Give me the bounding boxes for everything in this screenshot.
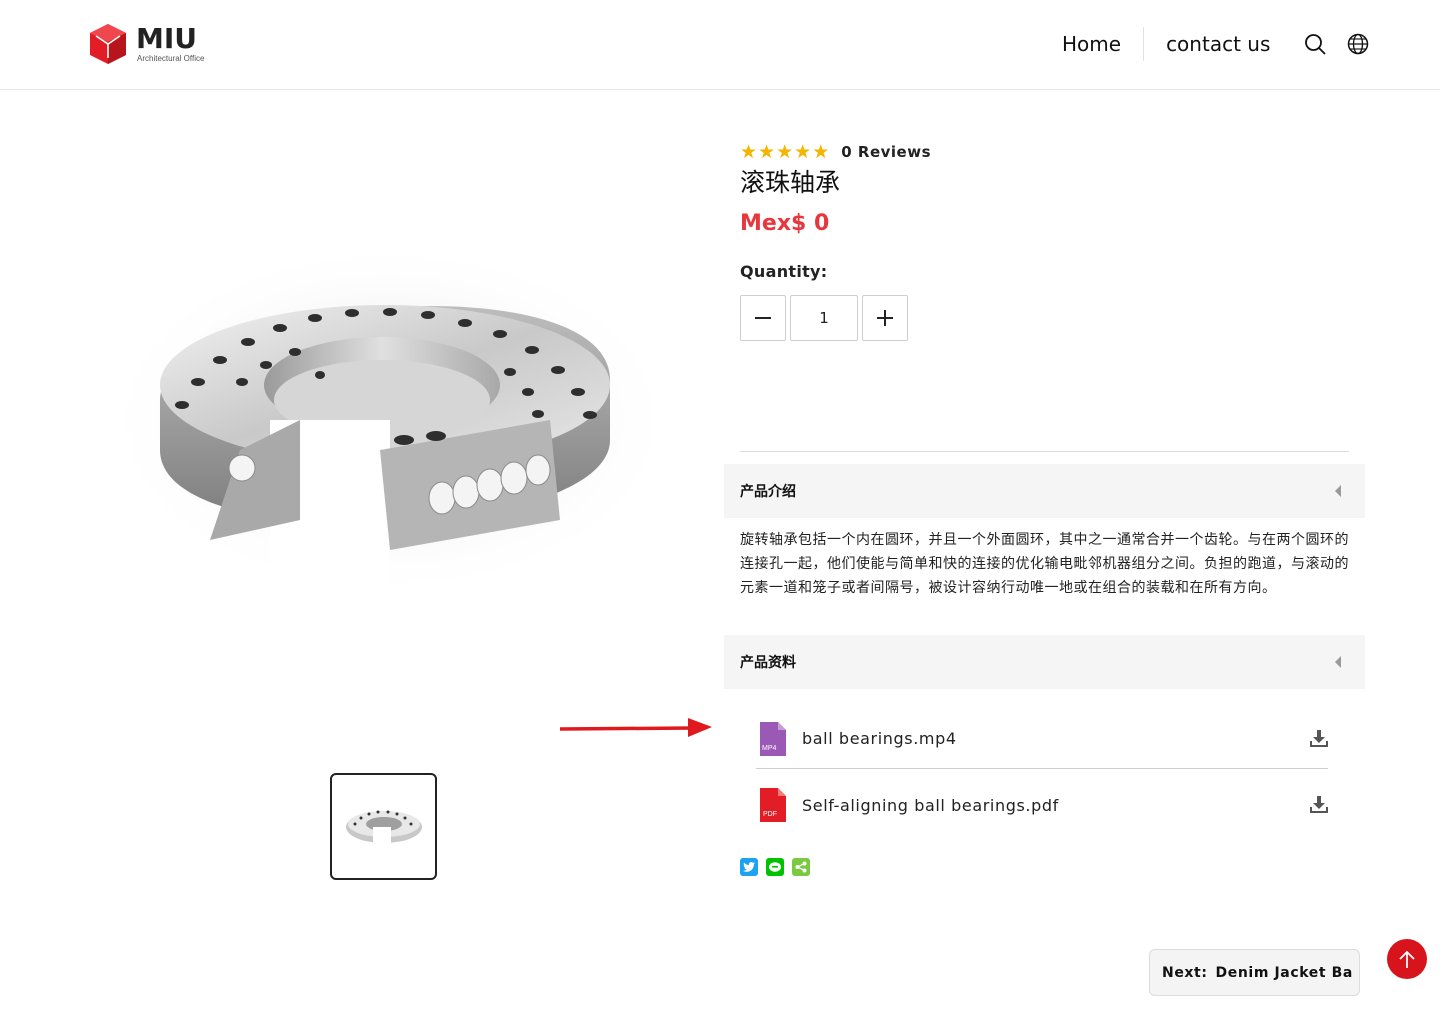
next-product-button[interactable]: Next: Denim Jacket Ba <box>1149 949 1360 996</box>
logo[interactable]: MIU Architectural Office <box>88 22 208 68</box>
download-icon[interactable] <box>1310 795 1328 813</box>
search-icon[interactable] <box>1303 32 1327 56</box>
next-label: Next: <box>1162 964 1208 981</box>
caret-left-icon <box>1335 656 1341 668</box>
star-icon: ★ <box>794 141 812 163</box>
quantity-input[interactable] <box>790 295 858 341</box>
mp4-file-icon: MP4 <box>760 721 786 756</box>
star-icon: ★ <box>740 141 758 163</box>
nav-home[interactable]: Home <box>1040 26 1143 62</box>
minus-icon <box>755 317 771 319</box>
accordion-product-intro[interactable]: 产品介绍 <box>724 464 1365 518</box>
product-description: 旋转轴承包括一个内在圆环，并且一个外面圆环，其中之一通常合并一个齿轮。与在两个圆… <box>740 532 1349 596</box>
accordion-title: 产品资料 <box>740 655 796 671</box>
increase-quantity-button[interactable] <box>862 295 908 341</box>
file-row[interactable]: PDF Self-aligning ball bearings.pdf <box>756 775 1328 835</box>
main-nav: Home contact us <box>1040 26 1292 62</box>
nav-contact-us[interactable]: contact us <box>1144 26 1292 62</box>
line-icon[interactable] <box>766 858 784 876</box>
site-header: MIU Architectural Office Home contact us <box>0 0 1440 90</box>
twitter-icon[interactable] <box>740 858 758 876</box>
brand-tagline: Architectural Office <box>137 54 205 63</box>
download-icon[interactable] <box>1310 729 1328 747</box>
decrease-quantity-button[interactable] <box>740 295 786 341</box>
red-arrow-annotation <box>559 718 712 737</box>
file-name[interactable]: ball bearings.mp4 <box>802 729 957 748</box>
file-row[interactable]: MP4 ball bearings.mp4 <box>756 709 1328 769</box>
product-main-image[interactable] <box>90 120 690 680</box>
pdf-file-icon: PDF <box>760 788 786 822</box>
star-icon: ★ <box>776 141 794 163</box>
reviews-count[interactable]: 0 Reviews <box>841 143 931 161</box>
back-to-top-button[interactable] <box>1387 939 1427 979</box>
next-product-title: Denim Jacket Ba <box>1215 964 1353 981</box>
product-title: 滚珠轴承 <box>740 168 841 197</box>
product-thumbnail[interactable] <box>330 773 437 880</box>
file-name[interactable]: Self-aligning ball bearings.pdf <box>802 796 1059 815</box>
caret-left-icon <box>1335 485 1341 497</box>
globe-icon[interactable] <box>1346 32 1370 56</box>
star-icon: ★ <box>812 141 830 163</box>
rating-stars: ★ ★ ★ ★ ★ <box>740 142 829 162</box>
star-icon: ★ <box>758 141 776 163</box>
logo-cube-icon <box>90 24 126 64</box>
thumbnail-bearing-image <box>345 810 422 843</box>
share-icon[interactable] <box>792 858 810 876</box>
svg-text:MP4: MP4 <box>762 745 777 752</box>
divider <box>740 451 1349 452</box>
accordion-product-resources[interactable]: 产品资料 <box>724 635 1365 689</box>
product-price: Mex$ 0 <box>740 211 830 236</box>
quantity-stepper <box>740 295 908 341</box>
rating: ★ ★ ★ ★ ★ 0 Reviews <box>740 142 931 162</box>
plus-icon <box>877 310 893 326</box>
share-buttons <box>740 858 810 876</box>
brand-name: MIU <box>136 22 198 55</box>
accordion-title: 产品介绍 <box>740 484 796 500</box>
quantity-label: Quantity: <box>740 262 828 281</box>
arrow-up-icon <box>1399 950 1415 968</box>
svg-text:PDF: PDF <box>763 811 777 818</box>
